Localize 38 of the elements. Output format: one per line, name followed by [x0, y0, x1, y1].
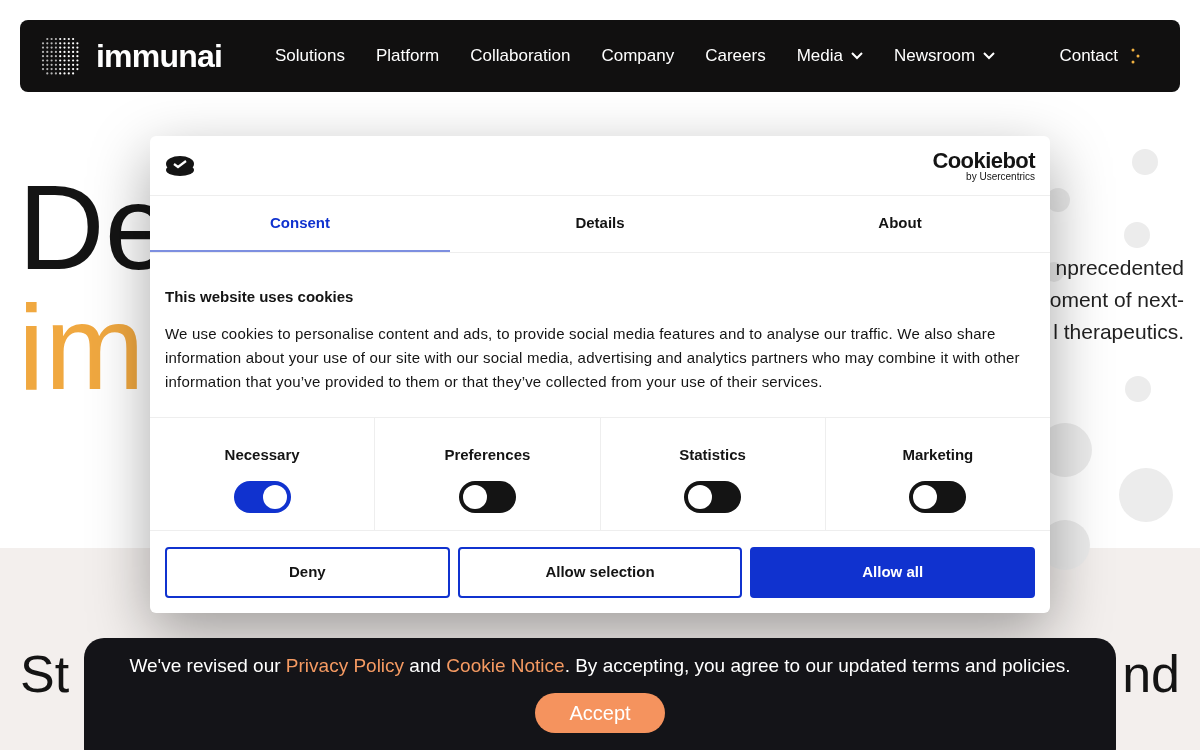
category-label: Necessary — [224, 445, 300, 465]
dots-icon — [1130, 47, 1140, 65]
cube-logo-icon — [40, 35, 80, 77]
toggle-switch[interactable] — [684, 480, 742, 513]
nav-link[interactable]: Media — [796, 43, 863, 69]
nav-link[interactable]: Newsroom — [893, 43, 996, 69]
section-title: St — [20, 644, 70, 704]
consent-button[interactable]: Deny — [165, 547, 450, 598]
nav-link[interactable]: Company — [601, 43, 675, 69]
cookie-notice-link[interactable]: Cookie Notice — [446, 655, 565, 676]
brand-tagline: by Usercentrics — [966, 171, 1035, 182]
nav-link[interactable]: Solutions — [275, 43, 345, 69]
hero-text: oment of next- — [1049, 287, 1184, 313]
consent-button[interactable]: Allow selection — [457, 547, 743, 598]
cookie-check-icon — [165, 153, 195, 178]
nav-link[interactable]: Collaboration — [470, 43, 571, 69]
toggle-switch[interactable] — [909, 480, 967, 513]
category-label: Preferences — [444, 445, 531, 465]
brand-logo: Cookiebot — [932, 149, 1035, 172]
nav-link[interactable]: Platform — [375, 43, 440, 69]
dialog-heading: This website uses cookies — [165, 287, 355, 307]
consent-button[interactable]: Allow all — [750, 547, 1035, 598]
dialog-text: We use cookies to personalise content and ads, to provide social media features and to analyse our traffic. We also share information about your use of our site with our social media, advertising and analytics partners who may combine it with other information that you’ve provided to them or that they’ve collected from your use of their services. — [165, 323, 1021, 392]
privacy-policy-link[interactable]: Privacy Policy — [285, 655, 405, 676]
nav-link[interactable]: Careers — [705, 43, 766, 69]
hero-text: l therapeutics. — [1053, 319, 1184, 345]
category-label: Marketing — [902, 445, 974, 465]
hero-text: nprecedented — [1055, 255, 1184, 281]
dialog-tab[interactable]: Consent — [150, 196, 450, 252]
dialog-tab[interactable]: Details — [450, 196, 750, 252]
toggle-switch[interactable] — [233, 480, 291, 513]
dialog-tab[interactable]: About — [750, 196, 1050, 252]
section-title: nd — [1122, 644, 1180, 704]
notice-text: We've revised our Privacy Policy and Cookie Notice. By accepting, you agree to our updated terms and policies. — [129, 654, 1071, 678]
contact-link[interactable]: Contact — [1059, 43, 1118, 69]
toggle-switch[interactable] — [458, 480, 516, 513]
brand-name[interactable]: immunai — [96, 32, 222, 80]
category-label: Statistics — [679, 445, 746, 465]
